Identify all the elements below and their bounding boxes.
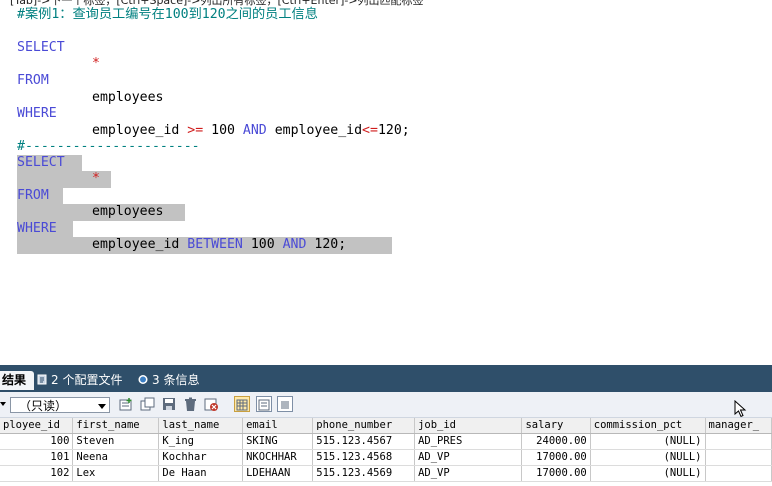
table-cell[interactable]: 515.123.4568	[312, 449, 416, 466]
column-header[interactable]: last_name	[158, 418, 244, 434]
table-cell[interactable]: Steven	[72, 433, 160, 450]
mouse-pointer-icon	[734, 400, 747, 418]
table-cell[interactable]: Neena	[72, 449, 160, 466]
where-clause: employee_id >= 100 AND employee_id<=120;	[92, 123, 410, 139]
sql-editor[interactable]: [Tab]->下一个标签，[Ctrl+Space]->列出所有标签，[Ctrl+…	[0, 0, 772, 365]
result-table: ployee_id first_name last_name email phone_n…	[0, 418, 772, 482]
operator-token: <=	[362, 123, 378, 138]
table-cell[interactable]: 100	[0, 433, 74, 450]
table-cell[interactable]: 17000.00	[521, 449, 591, 466]
column-header[interactable]: ployee_id	[0, 418, 74, 434]
from-keyword: FROM	[17, 73, 49, 88]
save-icon[interactable]	[162, 397, 177, 412]
result-tab-bar: 结果 2 个配置文件 3 条信息	[0, 365, 772, 392]
profile-icon	[37, 374, 47, 385]
table-cell[interactable]: 515.123.4569	[312, 465, 416, 482]
result-toolbar: （只读）	[0, 392, 772, 418]
column-token: employee_id	[92, 123, 180, 138]
table-cell[interactable]: SKING	[242, 433, 314, 450]
column-header[interactable]: email	[242, 418, 314, 434]
text-icon	[281, 401, 289, 409]
delete-icon[interactable]	[183, 397, 198, 412]
duplicate-row-icon[interactable]	[140, 397, 155, 412]
tab-profile-label: 2 个配置文件	[51, 373, 123, 387]
number-token: 120;	[377, 123, 410, 138]
tab-result-label: 结果	[2, 373, 27, 387]
table-cell[interactable]: AD_PRES	[414, 433, 523, 450]
table-cell[interactable]: 24000.00	[521, 433, 591, 450]
and-keyword: AND	[282, 237, 307, 252]
table-row[interactable]: 101 Neena Kochhar NKOCHHAR 515.123.4568 AD_VP…	[0, 449, 772, 466]
tab-info-label: 3 条信息	[152, 373, 200, 387]
tab-info[interactable]: 3 条信息	[138, 371, 199, 390]
and-keyword: AND	[242, 123, 267, 138]
where-keyword: WHERE	[17, 221, 57, 236]
grid-icon	[236, 399, 248, 411]
from-keyword: FROM	[17, 188, 49, 203]
table-cell[interactable]: AD_VP	[414, 449, 523, 466]
select-keyword: SELECT	[17, 40, 65, 55]
grid-view-button[interactable]	[234, 396, 250, 412]
header-row: ployee_id first_name last_name email phone_n…	[0, 418, 772, 434]
between-clause: employee_id BETWEEN 100 AND 120;	[92, 237, 346, 253]
results-panel: 结果 2 个配置文件 3 条信息 （只读） ployee_id first_nam…	[0, 365, 772, 486]
table-cell[interactable]: 515.123.4567	[312, 433, 416, 450]
table-row[interactable]: 100 Steven K_ing SKING 515.123.4567 AD_PRES 24…	[0, 433, 772, 450]
comment-title: #案例1：查询员工编号在100到120之间的员工信息	[17, 7, 318, 22]
add-row-icon[interactable]	[119, 397, 134, 412]
column-header[interactable]: commission_pct	[590, 418, 706, 434]
table-row[interactable]: 102 Lex De Haan LDEHAAN 515.123.4569 AD_VP 170…	[0, 465, 772, 482]
column-header[interactable]: salary	[521, 418, 591, 434]
table-cell[interactable]: De Haan	[158, 465, 244, 482]
form-icon	[258, 399, 270, 411]
text-view-button[interactable]	[277, 396, 293, 412]
star-token: *	[92, 56, 100, 71]
number-token: 100	[250, 237, 275, 252]
table-cell[interactable]	[705, 433, 772, 450]
table-cell[interactable]: LDEHAAN	[242, 465, 314, 482]
table-cell[interactable]: Kochhar	[158, 449, 244, 466]
column-header[interactable]: first_name	[72, 418, 160, 434]
column-header[interactable]: phone_number	[312, 418, 416, 434]
chevron-down-icon	[98, 404, 106, 409]
dropdown-arrow-icon[interactable]	[0, 402, 6, 406]
tab-profile[interactable]: 2 个配置文件	[37, 371, 122, 390]
table-cell[interactable]: (NULL)	[590, 433, 706, 450]
column-header[interactable]: job_id	[414, 418, 523, 434]
table-cell[interactable]: 101	[0, 449, 74, 466]
table-cell[interactable]: AD_VP	[414, 465, 523, 482]
table-cell[interactable]: Lex	[72, 465, 160, 482]
separator-comment: #----------------------	[17, 139, 200, 154]
table-cell[interactable]: 17000.00	[521, 465, 591, 482]
select-keyword: SELECT	[17, 155, 65, 170]
table-cell[interactable]	[705, 465, 772, 482]
table-cell[interactable]: NKOCHHAR	[242, 449, 314, 466]
form-view-button[interactable]	[256, 396, 272, 412]
column-header[interactable]: manager_	[705, 418, 772, 434]
column-token: employee_id	[274, 123, 363, 138]
between-keyword: BETWEEN	[187, 237, 243, 252]
table-cell[interactable]	[705, 449, 772, 466]
table-cell[interactable]: (NULL)	[590, 449, 706, 466]
operator-token: >=	[187, 123, 204, 138]
where-keyword: WHERE	[17, 106, 57, 121]
table-name: employees	[92, 90, 164, 105]
table-cell[interactable]: (NULL)	[590, 465, 706, 482]
info-icon	[138, 375, 148, 384]
cancel-changes-icon[interactable]	[204, 397, 219, 412]
tab-result[interactable]: 结果	[0, 371, 34, 390]
result-grid[interactable]: ployee_id first_name last_name email phone_n…	[0, 418, 772, 486]
edit-mode-select[interactable]: （只读）	[10, 397, 110, 413]
column-token: employee_id	[92, 237, 180, 252]
number-token: 120;	[314, 237, 347, 252]
table-cell[interactable]: K_ing	[158, 433, 244, 450]
star-token: *	[92, 171, 100, 186]
number-token: 100	[211, 123, 235, 138]
edit-mode-value: （只读）	[19, 399, 68, 413]
table-name: employees	[92, 204, 164, 219]
table-cell[interactable]: 102	[0, 465, 74, 482]
